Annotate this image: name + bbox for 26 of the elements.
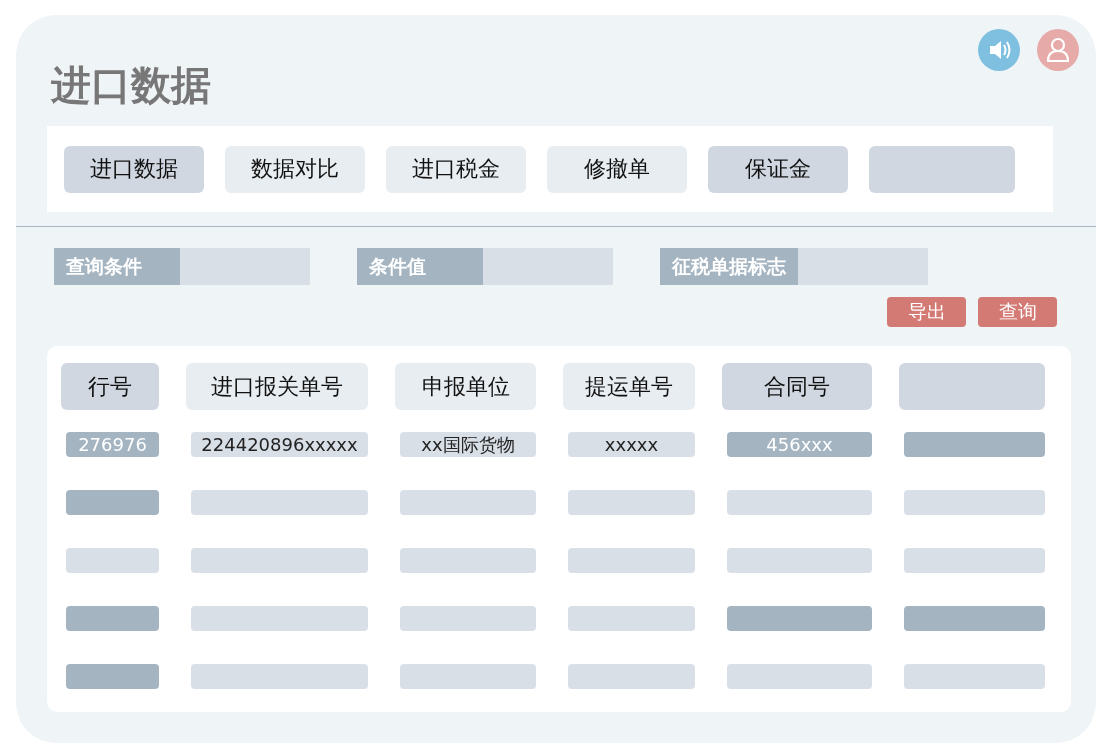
- column-header[interactable]: 行号: [61, 363, 159, 410]
- column-header[interactable]: 申报单位: [395, 363, 536, 410]
- table-cell: 276976: [66, 432, 159, 457]
- speaker-icon[interactable]: [978, 29, 1020, 71]
- tab[interactable]: 进口数据: [64, 145, 204, 193]
- table-cell: xxxxx: [568, 432, 695, 457]
- table-cell: 224420896xxxxx: [191, 432, 368, 457]
- table-cell: 456xxx: [727, 432, 872, 457]
- filter-input[interactable]: [798, 248, 928, 285]
- column-header[interactable]: 合同号: [722, 363, 872, 410]
- filter-label: 查询条件: [54, 248, 180, 285]
- column-header[interactable]: [899, 363, 1045, 410]
- filter-label: 条件值: [357, 248, 483, 285]
- filter-input[interactable]: [180, 248, 310, 285]
- user-icon[interactable]: [1037, 29, 1079, 71]
- filter-label: 征税单据标志: [660, 248, 798, 285]
- tab[interactable]: 修撤单: [547, 145, 687, 193]
- tab[interactable]: [869, 145, 1015, 193]
- tab[interactable]: 保证金: [708, 145, 848, 193]
- column-header[interactable]: 进口报关单号: [186, 363, 368, 410]
- column-header[interactable]: 提运单号: [563, 363, 695, 410]
- table-cell: xx国际货物: [400, 432, 536, 457]
- page-title: 进口数据: [51, 65, 211, 105]
- filter-input[interactable]: [483, 248, 613, 285]
- tab[interactable]: 进口税金: [386, 145, 526, 193]
- tab[interactable]: 数据对比: [225, 145, 365, 193]
